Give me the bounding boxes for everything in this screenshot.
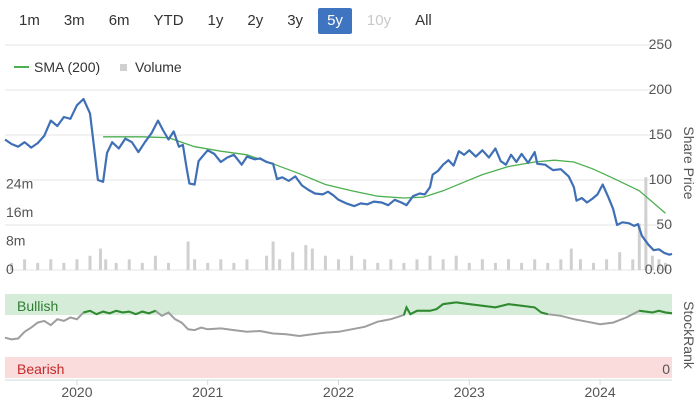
volume-bar xyxy=(467,262,471,270)
volume-bar xyxy=(166,262,170,270)
volume-bar xyxy=(88,255,92,270)
volume-bar xyxy=(206,262,210,270)
price-tick-label: 50 xyxy=(656,216,672,232)
x-tick-label: 2023 xyxy=(454,384,485,400)
volume-axis: 0 8m 16m 24m xyxy=(6,175,33,277)
volume-bar xyxy=(186,241,190,270)
x-tick-label: 2021 xyxy=(192,384,223,400)
volume-bar xyxy=(533,259,537,270)
volume-bar xyxy=(49,259,53,270)
volume-bar xyxy=(415,259,419,270)
volume-bar xyxy=(337,259,340,270)
stockrank-axis-title: StockRank xyxy=(681,301,697,370)
volume-tick-label: 8m xyxy=(6,232,25,248)
volume-bar xyxy=(265,255,269,270)
volume-bar xyxy=(304,245,308,270)
price-tick-label: 100 xyxy=(649,171,673,187)
price-axis: 0.00 50 100 150 200 250 xyxy=(645,36,672,277)
volume-bar xyxy=(153,255,157,270)
volume-bar xyxy=(232,262,236,270)
volume-bar xyxy=(219,259,223,270)
volume-bar xyxy=(127,259,131,270)
legend-volume-swatch xyxy=(120,64,127,71)
volume-bar xyxy=(569,248,573,270)
price-tick-label: 250 xyxy=(649,36,673,52)
stockrank-tick-label: 0 xyxy=(662,361,670,377)
volume-bar xyxy=(592,262,596,270)
bearish-band xyxy=(5,357,672,378)
volume-bar xyxy=(454,255,458,270)
share-price-axis-title: Share Price xyxy=(681,126,697,199)
x-tick-label: 2024 xyxy=(584,384,615,400)
volume-tick-label: 24m xyxy=(6,175,33,191)
price-grid xyxy=(5,44,672,271)
volume-bar xyxy=(245,259,249,270)
volume-bar xyxy=(618,252,622,270)
volume-bar xyxy=(193,259,197,270)
volume-bar xyxy=(389,259,393,270)
volume-bar xyxy=(578,259,582,270)
volume-bar xyxy=(402,262,406,270)
x-axis: 2020 2021 2022 2023 2024 xyxy=(5,379,672,400)
legend: SMA (200) Volume xyxy=(14,59,182,75)
volume-bar xyxy=(310,248,314,270)
volume-bar xyxy=(23,259,27,270)
volume-bar xyxy=(278,259,282,270)
price-tick-label: 150 xyxy=(649,126,673,142)
stock-chart: 0.00 50 100 150 200 250 0 8m 16m 24m SMA (200) Vo… xyxy=(4,36,697,400)
volume-bar xyxy=(75,259,79,270)
legend-sma-label[interactable]: SMA (200) xyxy=(34,59,100,75)
legend-volume-label[interactable]: Volume xyxy=(135,59,182,75)
price-tick-label: 0.00 xyxy=(645,261,672,277)
volume-bar xyxy=(559,259,563,270)
volume-bar xyxy=(631,259,635,270)
bearish-label: Bearish xyxy=(17,361,64,377)
price-lines xyxy=(4,97,673,256)
volume-bar xyxy=(62,262,66,270)
volume-bar xyxy=(36,262,40,270)
volume-bar xyxy=(441,259,445,270)
volume-bar xyxy=(363,259,367,270)
x-tick-label: 2022 xyxy=(323,384,354,400)
price-tick-label: 200 xyxy=(649,81,673,97)
volume-bar xyxy=(507,259,511,270)
volume-bar xyxy=(493,262,497,270)
stockrank-panel: Bullish Bearish 0 xyxy=(4,294,673,378)
volume-bar xyxy=(114,262,118,270)
volume-bar xyxy=(644,177,648,270)
volume-bar xyxy=(140,262,144,270)
price-line xyxy=(4,97,673,256)
volume-bar xyxy=(520,262,524,270)
volume-tick-label: 0 xyxy=(6,261,14,277)
volume-bars xyxy=(10,177,667,270)
volume-bar xyxy=(480,259,484,270)
volume-bar xyxy=(546,262,550,270)
volume-bar xyxy=(605,259,609,270)
volume-bar xyxy=(376,262,380,270)
volume-bar xyxy=(271,241,275,270)
volume-bar xyxy=(323,255,327,270)
volume-bar xyxy=(98,248,102,270)
volume-bar xyxy=(291,252,295,270)
bullish-label: Bullish xyxy=(17,298,58,314)
volume-bar xyxy=(350,255,354,270)
x-tick-label: 2020 xyxy=(61,384,92,400)
volume-bar xyxy=(104,259,108,270)
volume-bar xyxy=(428,255,432,270)
volume-tick-label: 16m xyxy=(6,204,33,220)
